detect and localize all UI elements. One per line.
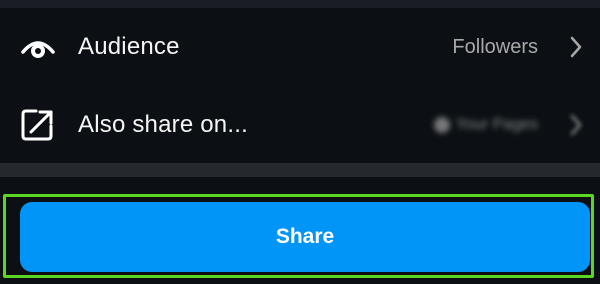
audience-label: Audience	[78, 33, 180, 60]
linked-account-name: Your Pages	[455, 116, 538, 133]
audience-row[interactable]: Audience Followers	[0, 9, 600, 85]
also-share-label: Also share on...	[78, 111, 248, 138]
section-divider	[0, 163, 600, 177]
eye-icon	[18, 27, 58, 67]
chevron-right-icon	[568, 35, 584, 59]
top-divider	[0, 0, 600, 8]
audience-value: Followers	[452, 35, 538, 58]
share-button[interactable]: Share	[20, 202, 590, 272]
account-avatar	[433, 117, 450, 133]
chevron-right-icon	[568, 113, 584, 137]
share-external-icon	[18, 105, 58, 145]
also-share-row[interactable]: Also share on... Your Pages	[0, 87, 600, 163]
linked-account-value: Your Pages	[433, 116, 538, 134]
